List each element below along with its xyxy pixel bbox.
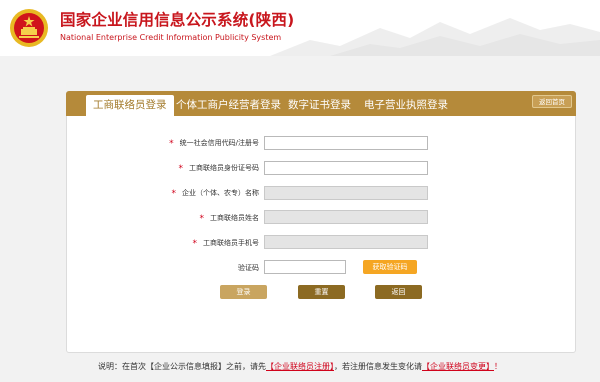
credit-code-input[interactable] [264,136,428,150]
change-contact-link[interactable]: 【企业联络员变更】 [422,362,494,371]
national-emblem-icon [10,9,48,47]
tab-individual-business-login[interactable]: 个体工商户经营者登录 [176,95,281,116]
registration-notice: 说明：在首次【企业公示信息填报】之前，请先【企业联络员注册】，若注册信息发生变化… [98,362,502,371]
required-mark: * [199,214,205,224]
required-mark: * [171,189,177,199]
login-tab-bar: 工商联络员登录 个体工商户经营者登录 数字证书登录 电子营业执照登录 [66,91,576,116]
captcha-label: 验证码 [238,264,259,272]
mountain-background-decoration [270,18,600,56]
login-button[interactable]: 登录 [220,285,267,299]
contact-name-input [264,210,428,224]
tab-contact-login[interactable]: 工商联络员登录 [86,95,174,116]
tab-digital-certificate-login[interactable]: 数字证书登录 [288,95,351,116]
captcha-input[interactable] [264,260,346,274]
required-mark: * [169,139,174,149]
site-title: 国家企业信用信息公示系统(陕西) [60,11,295,29]
required-mark: * [192,239,198,249]
back-button[interactable]: 返回 [375,285,422,299]
reset-button[interactable]: 重置 [298,285,345,299]
required-mark: * [178,164,184,174]
site-header: 国家企业信用信息公示系统(陕西) National Enterprise Cre… [0,0,600,56]
tab-electronic-license-login[interactable]: 电子营业执照登录 [364,95,448,116]
site-subtitle: National Enterprise Credit Information P… [60,33,282,42]
company-name-input [264,186,428,200]
contact-phone-input [264,235,428,249]
credit-code-label: * 统一社会信用代码/注册号 [169,139,259,149]
register-contact-link[interactable]: 【企业联络员注册】 [266,362,334,371]
contact-phone-label: * 工商联络员手机号 [192,239,260,249]
return-home-button[interactable]: 返回首页 [532,95,572,108]
get-captcha-button[interactable]: 获取验证码 [363,260,417,274]
id-number-label: * 工商联络员身份证号码 [178,164,260,174]
company-name-label: * 企业（个体、农专）名称 [171,189,260,199]
contact-name-label: * 工商联络员姓名 [199,214,260,224]
id-number-input[interactable] [264,161,428,175]
